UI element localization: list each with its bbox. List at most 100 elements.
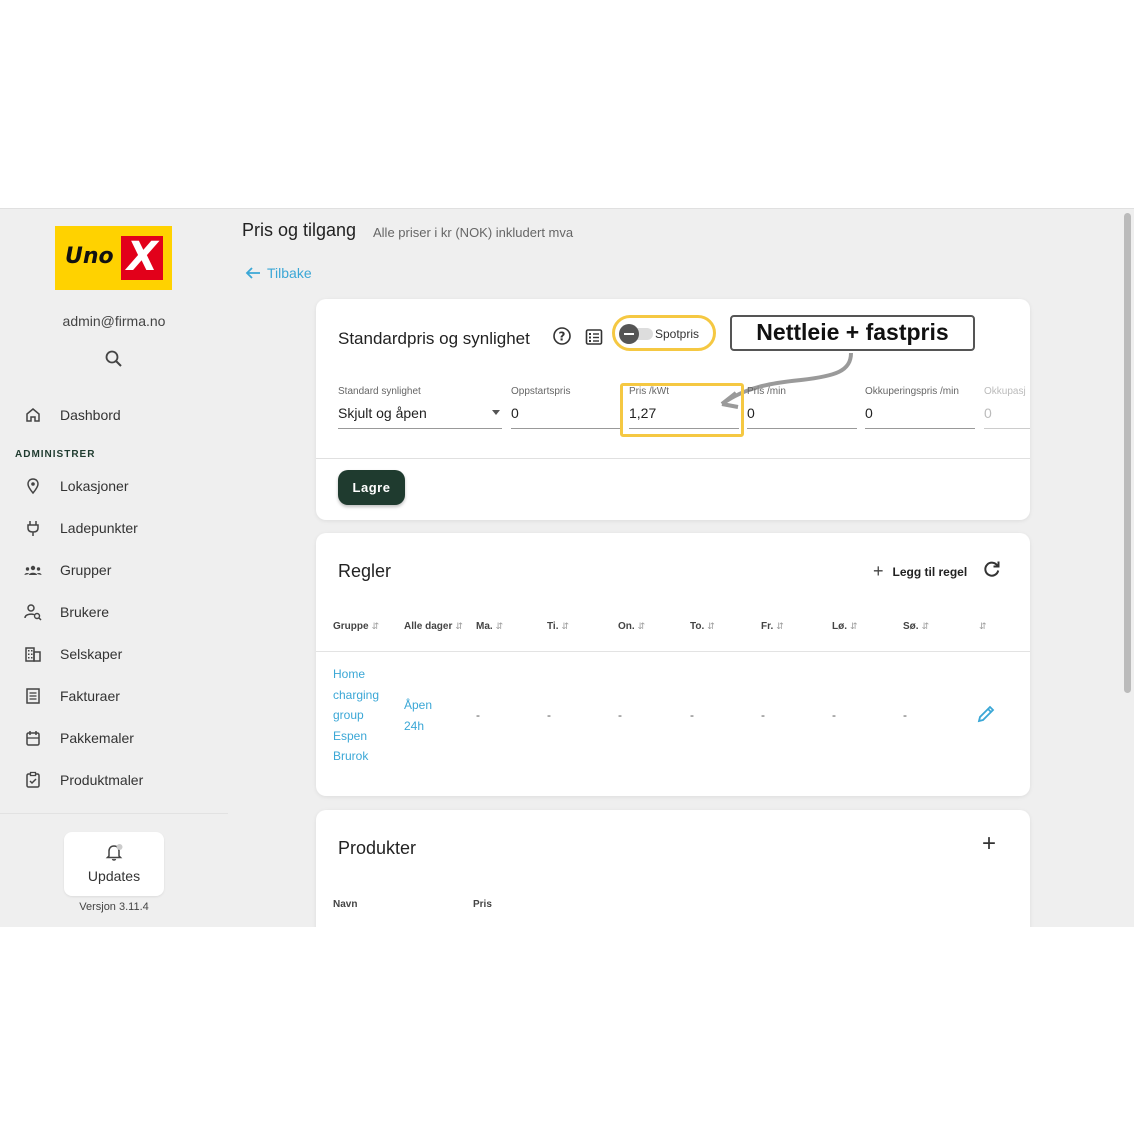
- column-header-sat[interactable]: Lø. ⇵: [832, 621, 858, 632]
- sidebar-item-dashbord[interactable]: Dashbord: [0, 400, 228, 430]
- rule-sun-value: -: [903, 708, 907, 722]
- rule-sat-value: -: [832, 708, 836, 722]
- logo-mark-letter: X: [127, 234, 158, 280]
- sort-icon: ⇵: [637, 621, 646, 631]
- column-header-fri[interactable]: Fr. ⇵: [761, 621, 784, 632]
- sort-icon: ⇵: [979, 621, 987, 631]
- sort-icon: ⇵: [707, 621, 715, 631]
- back-link-label: Tilbake: [267, 265, 312, 281]
- edit-pencil-icon[interactable]: [975, 703, 997, 725]
- price-per-min-value: 0: [747, 405, 755, 421]
- user-email: admin@firma.no: [62, 313, 166, 329]
- search-icon[interactable]: [104, 349, 124, 369]
- occupancy-extra-value: 0: [984, 405, 992, 421]
- sidebar-item-selskaper[interactable]: Selskaper: [0, 639, 228, 669]
- sidebar-item-pakkemaler[interactable]: Pakkemaler: [0, 723, 228, 753]
- sort-icon: ⇵: [371, 621, 380, 631]
- column-header-wed[interactable]: On. ⇵: [618, 621, 645, 632]
- column-header-label: Ti.: [547, 621, 559, 632]
- price-per-min-label: Pris /min: [747, 386, 786, 397]
- column-header-price[interactable]: Pris: [473, 899, 492, 910]
- rules-title: Regler: [338, 561, 392, 581]
- page-title: Pris og tilgang: [242, 220, 357, 240]
- column-header-label: Sø.: [903, 621, 919, 632]
- sidebar-item-label: Brukere: [60, 604, 110, 620]
- column-header-group[interactable]: Gruppe ⇵: [333, 621, 379, 632]
- add-product-button[interactable]: +: [982, 830, 996, 858]
- app-window: Uno X admin@firma.no Dashbord ADMINISTRE…: [0, 208, 1134, 927]
- sidebar-item-label: Produktmaler: [60, 772, 144, 788]
- annotation-callout: Nettleie + fastpris: [730, 315, 975, 351]
- sidebar-item-label: Grupper: [60, 562, 112, 578]
- page-subtitle: Alle priser i kr (NOK) inkludert mva: [373, 225, 574, 240]
- column-header-thu[interactable]: To. ⇵: [690, 621, 715, 632]
- chevron-down-icon: [492, 410, 500, 415]
- sidebar-item-lokasjoner[interactable]: Lokasjoner: [0, 471, 228, 501]
- user-search-icon: [24, 604, 42, 621]
- save-button[interactable]: Lagre: [338, 470, 405, 505]
- list-view-icon[interactable]: [584, 327, 604, 347]
- price-per-min-input[interactable]: Pris /min 0: [747, 386, 857, 430]
- standard-price-title: Standardpris og synlighet: [338, 329, 530, 348]
- column-header-name[interactable]: Navn: [333, 899, 357, 910]
- column-header-mon[interactable]: Ma. ⇵: [476, 621, 503, 632]
- building-icon: [25, 647, 41, 662]
- sort-icon: ⇵: [455, 621, 463, 631]
- sidebar-item-fakturaer[interactable]: Fakturaer: [0, 681, 228, 711]
- rule-group-link[interactable]: Home charging group Espen Brurok: [333, 664, 389, 767]
- sort-icon: ⇵: [850, 621, 858, 631]
- sidebar: Uno X admin@firma.no Dashbord ADMINISTRE…: [0, 209, 228, 927]
- column-header-sun[interactable]: Sø. ⇵: [903, 621, 929, 632]
- field-underline: [338, 428, 502, 429]
- column-header-tue[interactable]: Ti. ⇵: [547, 621, 569, 632]
- rule-all-days-value[interactable]: Åpen 24h: [404, 695, 444, 736]
- column-header-actions[interactable]: ⇵: [976, 621, 987, 632]
- version-label: Versjon 3.11.4: [79, 901, 149, 913]
- spotpris-toggle[interactable]: Spotpris: [612, 315, 716, 351]
- home-icon: [26, 408, 40, 422]
- bell-icon: [105, 844, 123, 861]
- startup-price-label: Oppstartspris: [511, 386, 571, 397]
- table-header-divider: [316, 651, 1030, 652]
- card-divider: [316, 458, 1030, 459]
- price-per-kwh-highlight: [620, 383, 744, 437]
- column-header-label: To.: [690, 621, 705, 632]
- add-rule-button[interactable]: + Legg til regel: [873, 561, 967, 582]
- uno-x-logo[interactable]: Uno X: [55, 226, 172, 290]
- updates-button[interactable]: Updates: [64, 832, 164, 896]
- help-icon[interactable]: ?: [552, 326, 572, 346]
- sidebar-item-label: Lokasjoner: [60, 478, 129, 494]
- sidebar-item-produktmaler[interactable]: Produktmaler: [0, 765, 228, 795]
- startup-price-value: 0: [511, 405, 519, 421]
- plus-icon: +: [873, 561, 884, 581]
- logo-mark: X: [121, 234, 163, 280]
- location-pin-icon: [27, 478, 39, 495]
- refresh-icon[interactable]: [982, 559, 1002, 579]
- column-header-all-days[interactable]: Alle dager ⇵: [404, 621, 463, 632]
- sidebar-item-label: Selskaper: [60, 646, 123, 662]
- svg-text:?: ?: [559, 330, 566, 344]
- sidebar-item-ladepunkter[interactable]: Ladepunkter: [0, 513, 228, 543]
- visibility-label: Standard synlighet: [338, 386, 421, 397]
- rules-card: Regler + Legg til regel Gruppe ⇵ Alle dag…: [316, 533, 1030, 796]
- startup-price-input[interactable]: Oppstartspris 0: [511, 386, 621, 430]
- occupancy-extra-input[interactable]: Okkupasj 0: [984, 386, 1030, 430]
- sort-icon: ⇵: [776, 621, 784, 631]
- occupancy-price-input[interactable]: Okkuperingspris /min 0: [865, 386, 975, 430]
- column-header-label: Ma.: [476, 621, 493, 632]
- sidebar-divider: [0, 813, 228, 814]
- column-header-label: Fr.: [761, 621, 774, 632]
- sidebar-item-grupper[interactable]: Grupper: [0, 555, 228, 585]
- visibility-select[interactable]: Standard synlighet Skjult og åpen: [338, 386, 502, 430]
- scrollbar[interactable]: [1124, 213, 1131, 693]
- rule-tue-value: -: [547, 708, 551, 722]
- column-header-label: Alle dager: [404, 621, 453, 632]
- rule-fri-value: -: [761, 708, 765, 722]
- column-header-label: On.: [618, 621, 635, 632]
- column-header-label: Gruppe: [333, 621, 369, 632]
- section-label: ADMINISTRER: [15, 449, 96, 460]
- sidebar-item-label: Pakkemaler: [60, 730, 134, 746]
- back-link[interactable]: Tilbake: [244, 265, 312, 281]
- sidebar-item-brukere[interactable]: Brukere: [0, 597, 228, 627]
- occupancy-extra-label: Okkupasj: [984, 386, 1026, 397]
